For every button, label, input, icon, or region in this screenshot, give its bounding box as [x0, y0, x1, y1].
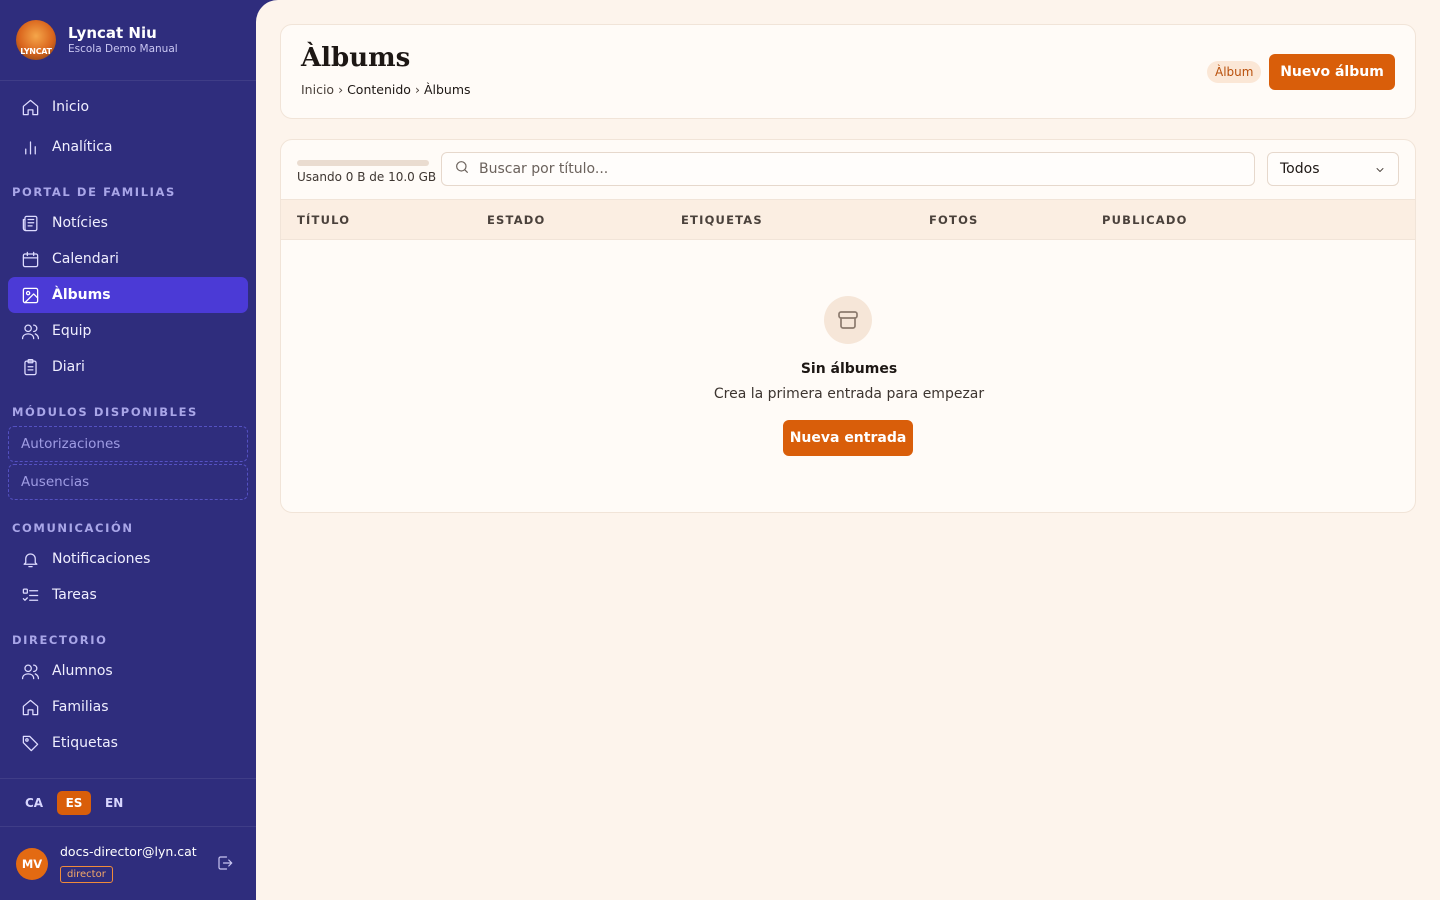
storage-usage-text: Usando 0 B de 10.0 GB — [297, 170, 437, 184]
column-header-estado[interactable]: ESTADO — [487, 213, 546, 227]
sidebar-item-label: Alumnos — [52, 663, 113, 679]
storage-progress-bar — [297, 160, 429, 166]
clipboard-icon — [20, 357, 40, 377]
calendar-icon — [20, 249, 40, 269]
empty-state-subtitle: Crea la primera entrada para empezar — [713, 386, 985, 402]
breadcrumb-item-inicio[interactable]: Inicio — [301, 82, 334, 97]
sidebar-item-inicio[interactable]: Inicio — [8, 89, 248, 125]
user-email: docs-director@lyn.cat — [60, 844, 197, 859]
tag-icon — [20, 733, 40, 753]
divider — [0, 80, 256, 81]
checklist-icon — [20, 585, 40, 605]
column-header-fotos[interactable]: FOTOS — [929, 213, 979, 227]
section-label-portal: PORTAL DE FAMILIAS — [12, 185, 176, 199]
users-icon — [20, 321, 40, 341]
divider — [0, 778, 256, 779]
column-header-publicado[interactable]: PUBLICADO — [1102, 213, 1188, 227]
home-icon — [20, 697, 40, 717]
page-title: Àlbums — [301, 43, 411, 73]
lang-es[interactable]: ES — [57, 791, 91, 815]
empty-state-title: Sin álbumes — [800, 361, 898, 377]
brand-name: Lyncat Niu — [68, 24, 157, 42]
sidebar-item-equip[interactable]: Equip — [8, 313, 248, 349]
new-entry-button[interactable]: Nueva entrada — [783, 420, 913, 456]
column-header-titulo[interactable]: TÍTULO — [297, 213, 350, 227]
status-filter-value: Todos — [1280, 161, 1320, 177]
home-icon — [20, 97, 40, 117]
sidebar-item-notificaciones[interactable]: Notificaciones — [8, 541, 248, 577]
table-header: TÍTULO ESTADO ETIQUETAS FOTOS PUBLICADO — [281, 199, 1415, 240]
section-label-directorio: DIRECTORIO — [12, 633, 108, 647]
sidebar-item-label: Familias — [52, 699, 109, 715]
page-header: Àlbums Inicio › Contenido › Àlbums Àlbum… — [280, 24, 1416, 119]
brand-logo: LYNCAT — [16, 20, 56, 60]
archive-icon — [824, 296, 872, 344]
brand-subtitle: Escola Demo Manual — [68, 43, 178, 55]
lang-en[interactable]: EN — [97, 791, 131, 815]
search-icon — [454, 159, 470, 179]
status-filter-select[interactable]: Todos — [1267, 152, 1399, 186]
image-icon — [20, 285, 40, 305]
bell-icon — [20, 549, 40, 569]
module-item-ausencias[interactable]: Ausencias — [8, 464, 248, 500]
sidebar-item-label: Equip — [52, 323, 92, 339]
content-type-badge: Àlbum — [1207, 61, 1262, 83]
bar-chart-icon — [20, 137, 40, 157]
sidebar-item-label: Diari — [52, 359, 85, 375]
sidebar-item-label: Notícies — [52, 215, 108, 231]
sidebar-item-label: Analítica — [52, 139, 113, 155]
breadcrumb-separator: › — [414, 82, 420, 97]
sidebar: LYNCAT Lyncat Niu Escola Demo Manual Ini… — [0, 0, 256, 900]
logout-button[interactable] — [216, 854, 236, 874]
search-input[interactable] — [479, 161, 1239, 177]
breadcrumb-separator: › — [338, 82, 344, 97]
module-item-autorizaciones[interactable]: Autorizaciones — [8, 426, 248, 462]
users-icon — [20, 661, 40, 681]
new-album-button[interactable]: Nuevo álbum — [1269, 54, 1395, 90]
albums-list: Usando 0 B de 10.0 GB Todos TÍTULO ESTAD… — [280, 139, 1416, 513]
newspaper-icon — [20, 213, 40, 233]
column-header-etiquetas[interactable]: ETIQUETAS — [681, 213, 763, 227]
sidebar-item-label: Etiquetas — [52, 735, 118, 751]
avatar: MV — [16, 848, 48, 880]
divider — [0, 826, 256, 827]
sidebar-item-label: Inicio — [52, 99, 90, 115]
sidebar-item-alumnos[interactable]: Alumnos — [8, 653, 248, 689]
sidebar-item-albums[interactable]: Àlbums — [8, 277, 248, 313]
sidebar-item-label: Calendari — [52, 251, 119, 267]
sidebar-item-label: Àlbums — [52, 287, 111, 303]
sidebar-item-familias[interactable]: Familias — [8, 689, 248, 725]
breadcrumb: Inicio › Contenido › Àlbums — [301, 82, 475, 97]
search-box[interactable] — [441, 152, 1255, 186]
logout-icon — [216, 856, 234, 876]
main-content: Àlbums Inicio › Contenido › Àlbums Àlbum… — [256, 0, 1440, 900]
sidebar-item-analitica[interactable]: Analítica — [8, 129, 248, 165]
section-label-comunicacion: COMUNICACIÓN — [12, 521, 134, 535]
sidebar-item-etiquetas[interactable]: Etiquetas — [8, 725, 248, 761]
sidebar-item-noticies[interactable]: Notícies — [8, 205, 248, 241]
sidebar-item-calendari[interactable]: Calendari — [8, 241, 248, 277]
sidebar-item-label: Notificaciones — [52, 551, 151, 567]
breadcrumb-item-current: Àlbums — [423, 82, 471, 97]
sidebar-item-tareas[interactable]: Tareas — [8, 577, 248, 613]
section-label-modulos: MÓDULOS DISPONIBLES — [12, 405, 198, 419]
role-badge: director — [60, 866, 113, 883]
sidebar-item-diari[interactable]: Diari — [8, 349, 248, 385]
sidebar-item-label: Tareas — [52, 587, 97, 603]
brand-text: Lyncat Niu Escola Demo Manual — [68, 24, 178, 56]
lang-ca[interactable]: CA — [17, 791, 51, 815]
breadcrumb-item-contenido[interactable]: Contenido — [347, 82, 411, 97]
brand[interactable]: LYNCAT Lyncat Niu Escola Demo Manual — [16, 20, 178, 60]
